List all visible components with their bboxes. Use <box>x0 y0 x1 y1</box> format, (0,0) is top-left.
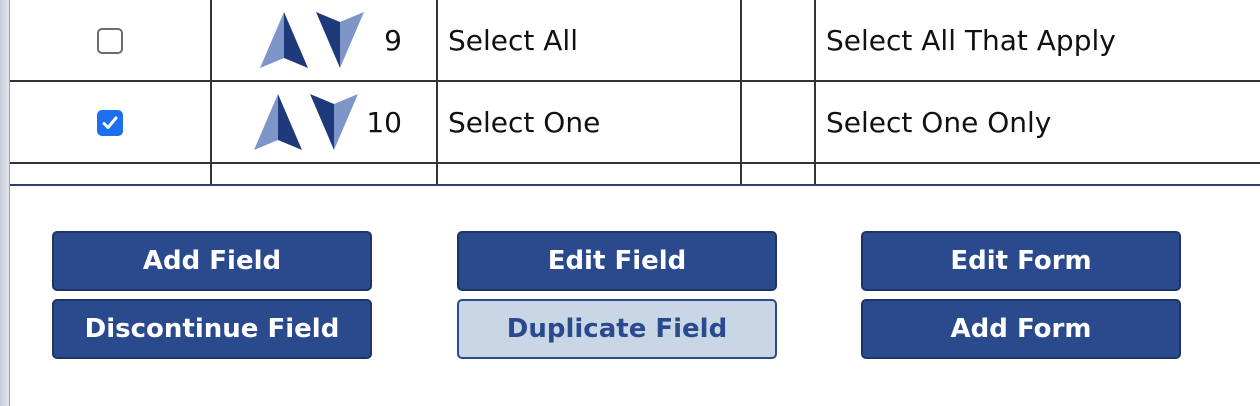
checkmark-icon <box>102 116 118 129</box>
add-field-button[interactable]: Add Field <box>52 231 372 291</box>
order-cell: 9 <box>210 0 438 82</box>
discontinue-field-button[interactable]: Discontinue Field <box>52 299 372 359</box>
table-row: 9 Select All Select All That Apply <box>10 0 1260 82</box>
order-cell: 10 <box>210 80 438 164</box>
field-name-cell: Select One <box>436 80 742 164</box>
edit-form-button[interactable]: Edit Form <box>861 231 1181 291</box>
add-form-button[interactable]: Add Form <box>861 299 1181 359</box>
field-order-number: 9 <box>384 23 402 57</box>
field-label-cell: Select All That Apply <box>814 0 1260 82</box>
table-row <box>10 162 1260 186</box>
arrow-up-icon[interactable] <box>256 10 312 70</box>
fields-table-container: 9 Select All Select All That Apply 10 Se… <box>10 0 1260 186</box>
edit-field-button[interactable]: Edit Field <box>457 231 777 291</box>
fields-table: 9 Select All Select All That Apply 10 Se… <box>10 0 1260 186</box>
field-name-cell: Select All <box>436 0 742 82</box>
arrow-down-icon[interactable] <box>312 10 368 70</box>
row-select-checkbox[interactable] <box>97 27 123 54</box>
table-row: 10 Select One Select One Only <box>10 80 1260 164</box>
row-select-cell <box>10 80 212 164</box>
field-label-cell: Select One Only <box>814 80 1260 164</box>
left-border <box>0 0 10 406</box>
arrow-up-icon[interactable] <box>250 92 306 152</box>
empty-cell <box>740 0 816 82</box>
duplicate-field-button[interactable]: Duplicate Field <box>457 299 777 359</box>
row-select-cell <box>10 0 212 82</box>
empty-cell <box>740 80 816 164</box>
form-fields-page: 9 Select All Select All That Apply 10 Se… <box>0 0 1260 406</box>
arrow-down-icon[interactable] <box>306 92 362 152</box>
row-select-checkbox[interactable] <box>97 109 123 136</box>
table-divider <box>10 184 1260 186</box>
field-order-number: 10 <box>366 105 402 139</box>
